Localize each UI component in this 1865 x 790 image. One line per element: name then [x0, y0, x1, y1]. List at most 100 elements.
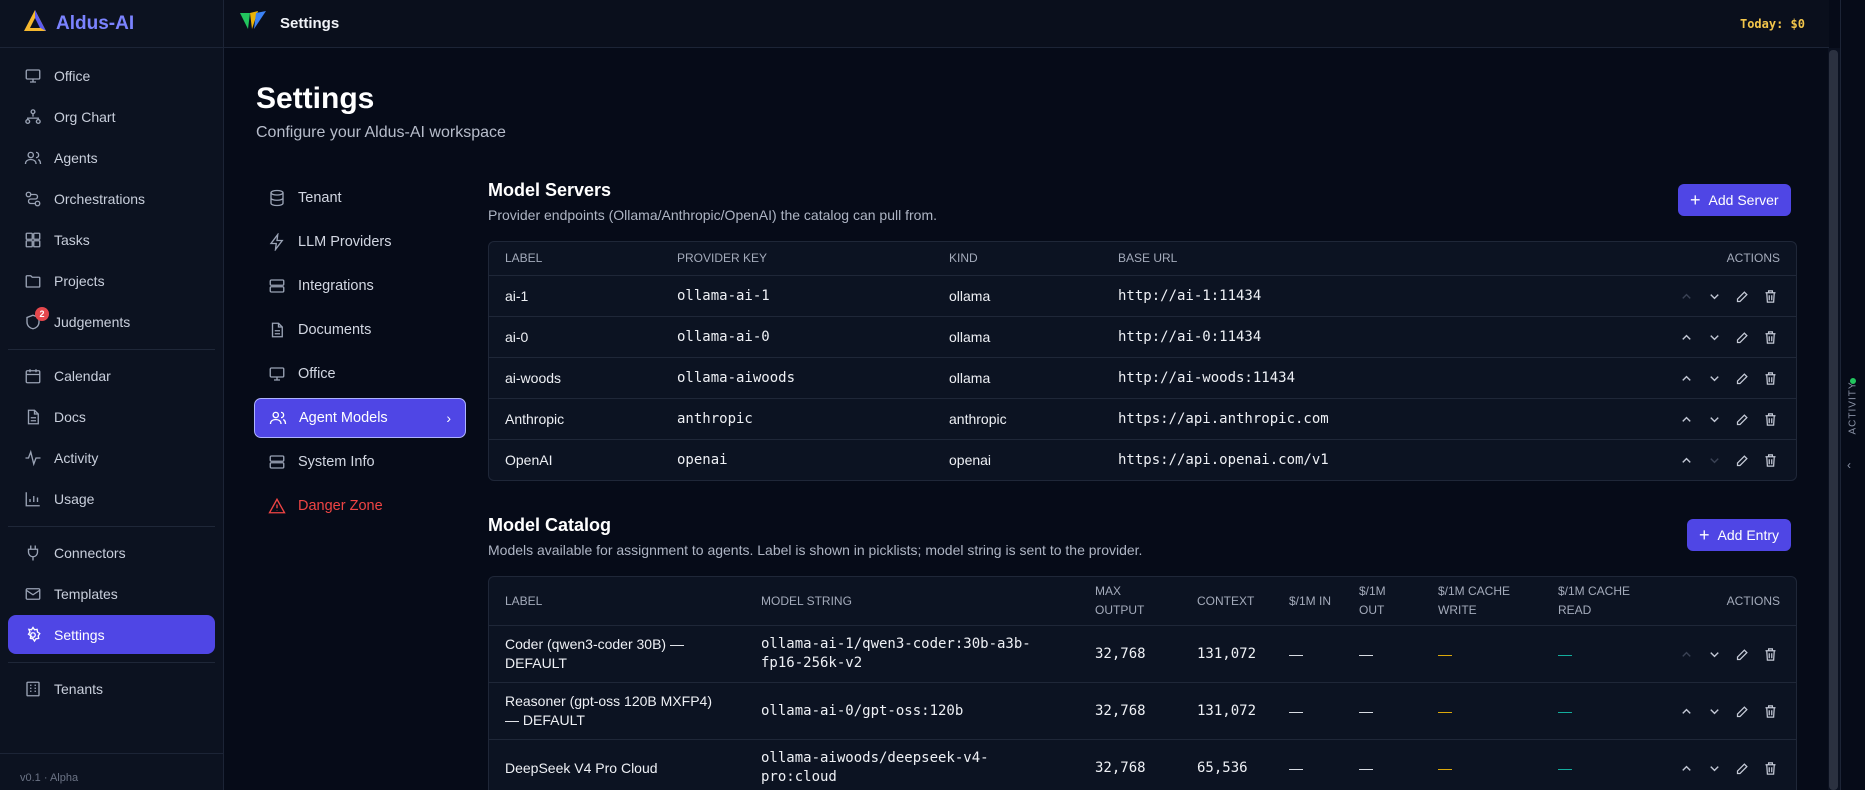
- edit-icon[interactable]: [1728, 697, 1756, 725]
- trash-icon[interactable]: [1756, 282, 1784, 310]
- table-row[interactable]: ai-0 ollama-ai-0 ollama http://ai-0:1143…: [489, 316, 1796, 357]
- sidebar-item-label: Judgements: [54, 313, 131, 330]
- sidebar-item-label: Activity: [54, 449, 99, 466]
- move-down-icon[interactable]: [1700, 282, 1728, 310]
- row-actions: [1672, 683, 1784, 739]
- sidebar-item-activity[interactable]: Activity: [8, 438, 215, 477]
- move-up-icon[interactable]: [1672, 282, 1700, 310]
- settings-nav-system-info[interactable]: System Info: [254, 442, 466, 482]
- sidebar-item-projects[interactable]: Projects: [8, 261, 215, 300]
- sidebar-item-tenants[interactable]: Tenants: [8, 669, 215, 708]
- edit-icon[interactable]: [1728, 405, 1756, 433]
- add-server-button[interactable]: + Add Server: [1678, 184, 1791, 216]
- scrollbar-thumb[interactable]: [1829, 50, 1838, 790]
- topbar-title: Settings: [280, 15, 340, 32]
- users-icon: [24, 149, 42, 167]
- table-row[interactable]: ai-woods ollama-aiwoods ollama http://ai…: [489, 357, 1796, 398]
- settings-nav-integrations[interactable]: Integrations: [254, 266, 466, 306]
- trash-icon[interactable]: [1756, 405, 1784, 433]
- chevron-left-icon[interactable]: ‹: [1847, 458, 1851, 472]
- app-version: v0.1 · Alpha: [20, 772, 79, 784]
- sidebar-item-usage[interactable]: Usage: [8, 479, 215, 518]
- model-cache-write: —: [1438, 759, 1452, 776]
- server-base-url: http://ai-0:11434: [1118, 328, 1262, 345]
- edit-icon[interactable]: [1728, 446, 1756, 474]
- model-price-in: —: [1289, 702, 1303, 719]
- move-up-icon[interactable]: [1672, 405, 1700, 433]
- settings-nav-tenant[interactable]: Tenant: [254, 178, 466, 218]
- column-header: MAX OUTPUT: [1095, 584, 1145, 617]
- sidebar-item-label: Connectors: [54, 544, 126, 561]
- move-up-icon[interactable]: [1672, 323, 1700, 351]
- trash-icon[interactable]: [1756, 446, 1784, 474]
- sidebar-item-tasks[interactable]: Tasks: [8, 220, 215, 259]
- move-up-icon[interactable]: [1672, 697, 1700, 725]
- server-kind: openai: [949, 451, 992, 468]
- edit-icon[interactable]: [1728, 640, 1756, 668]
- move-down-icon[interactable]: [1700, 640, 1728, 668]
- table-row[interactable]: Coder (qwen3-coder 30B) — DEFAULT ollama…: [489, 625, 1796, 682]
- activity-rail-label[interactable]: ACTIVITY: [1848, 381, 1859, 434]
- trash-icon[interactable]: [1756, 323, 1784, 351]
- model-context: 131,072: [1197, 702, 1257, 719]
- sidebar-item-calendar[interactable]: Calendar: [8, 356, 215, 395]
- server-provider-key: anthropic: [677, 410, 753, 427]
- model-cache-write: —: [1438, 702, 1452, 719]
- server-base-url: https://api.openai.com/v1: [1118, 451, 1329, 468]
- trash-icon[interactable]: [1756, 364, 1784, 392]
- move-down-icon[interactable]: [1700, 697, 1728, 725]
- table-row[interactable]: ai-1 ollama-ai-1 ollama http://ai-1:1143…: [489, 275, 1796, 316]
- move-down-icon[interactable]: [1700, 446, 1728, 474]
- sidebar-item-judgements[interactable]: 2 Judgements: [8, 302, 215, 341]
- settings-nav-llm-providers[interactable]: LLM Providers: [254, 222, 466, 262]
- trash-icon[interactable]: [1756, 754, 1784, 782]
- row-actions: [1672, 626, 1784, 682]
- sidebar-item-settings[interactable]: Settings: [8, 615, 215, 654]
- edit-icon[interactable]: [1728, 323, 1756, 351]
- model-context: 131,072: [1197, 645, 1257, 662]
- sidebar-item-label: Tenants: [54, 680, 104, 697]
- move-down-icon[interactable]: [1700, 405, 1728, 433]
- settings-nav-documents[interactable]: Documents: [254, 310, 466, 350]
- move-down-icon[interactable]: [1700, 754, 1728, 782]
- sidebar-item-orchestrations[interactable]: Orchestrations: [8, 179, 215, 218]
- model-string: ollama-ai-1/qwen3-coder:30b-a3b-fp16-256…: [761, 636, 1031, 671]
- column-header: $/1M CACHE WRITE: [1438, 584, 1511, 617]
- trash-icon[interactable]: [1756, 697, 1784, 725]
- sidebar-item-org-chart[interactable]: Org Chart: [8, 97, 215, 136]
- sidebar-item-connectors[interactable]: Connectors: [8, 533, 215, 572]
- table-row[interactable]: OpenAI openai openai https://api.openai.…: [489, 439, 1796, 480]
- trash-icon[interactable]: [1756, 640, 1784, 668]
- move-down-icon[interactable]: [1700, 323, 1728, 351]
- edit-icon[interactable]: [1728, 754, 1756, 782]
- move-down-icon[interactable]: [1700, 364, 1728, 392]
- settings-nav-office[interactable]: Office: [254, 354, 466, 394]
- server-label: ai-woods: [505, 369, 562, 386]
- move-up-icon[interactable]: [1672, 446, 1700, 474]
- sidebar-item-docs[interactable]: Docs: [8, 397, 215, 436]
- brand[interactable]: Aldus-AI: [0, 0, 223, 48]
- column-header: KIND: [949, 251, 978, 265]
- move-up-icon[interactable]: [1672, 640, 1700, 668]
- server-label: OpenAI: [505, 451, 553, 468]
- topbar: Settings Today: $0: [224, 0, 1829, 48]
- move-up-icon[interactable]: [1672, 754, 1700, 782]
- table-row[interactable]: DeepSeek V4 Pro Cloud ollama-aiwoods/dee…: [489, 739, 1796, 790]
- settings-nav-label: Integrations: [298, 278, 374, 294]
- edit-icon[interactable]: [1728, 282, 1756, 310]
- server-provider-key: openai: [677, 451, 728, 468]
- add-entry-button[interactable]: + Add Entry: [1687, 519, 1791, 551]
- sidebar-item-templates[interactable]: Templates: [8, 574, 215, 613]
- edit-icon[interactable]: [1728, 364, 1756, 392]
- settings-nav-agent-models[interactable]: Agent Models ›: [254, 398, 466, 438]
- server-base-url: http://ai-1:11434: [1118, 287, 1262, 304]
- table-row[interactable]: Anthropic anthropic anthropic https://ap…: [489, 398, 1796, 439]
- workflow-icon: [24, 190, 42, 208]
- model-servers-description: Provider endpoints (Ollama/Anthropic/Ope…: [488, 207, 938, 223]
- settings-nav-danger-zone[interactable]: Danger Zone: [254, 486, 466, 526]
- table-row[interactable]: Reasoner (gpt-oss 120B MXFP4) — DEFAULT …: [489, 682, 1796, 739]
- sidebar-item-office[interactable]: Office: [8, 56, 215, 95]
- move-up-icon[interactable]: [1672, 364, 1700, 392]
- plug-icon: [24, 544, 42, 562]
- sidebar-item-agents[interactable]: Agents: [8, 138, 215, 177]
